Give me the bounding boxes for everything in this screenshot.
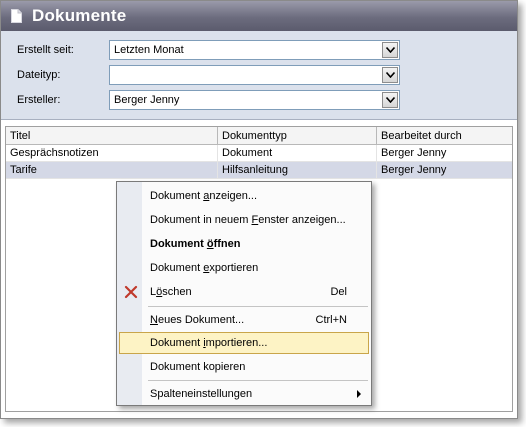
filter-label: Dateityp: [17,69,61,81]
filter-file-type: Dateityp: [1,65,517,85]
cell-type: Hilfsanleitung [218,162,377,179]
chevron-down-icon[interactable] [382,67,398,83]
filter-created-since: Erstellt seit: Letzten Monat [1,40,517,60]
menu-item-column-settings[interactable]: Spalteneinstellungen [119,383,369,405]
column-header-type[interactable]: Dokumenttyp [218,127,377,145]
cell-edited-by: Berger Jenny [381,164,447,176]
cell-title: Tarife [6,162,218,179]
document-icon [11,9,22,23]
menu-item-new-document[interactable]: Neues Dokument... Ctrl+N [119,309,369,331]
filter-label: Ersteller: [17,94,61,106]
table-row[interactable]: Tarife Hilfsanleitung Berger Jenny [6,162,512,179]
menu-item-show-document[interactable]: Dokument anzeigen... [119,185,369,207]
creator-dropdown[interactable]: Berger Jenny [109,90,400,110]
menu-item-delete[interactable]: Löschen Del [119,281,369,303]
filter-panel: Erstellt seit: Letzten Monat Dateityp: E… [1,31,517,120]
window-title: Dokumente [32,6,127,25]
chevron-down-icon[interactable] [382,42,398,58]
menu-item-open-document[interactable]: Dokument öffnen [119,233,369,255]
filter-label: Erstellt seit: [17,44,74,56]
column-header-edited-by[interactable]: Bearbeitet durch [377,127,512,145]
delete-x-icon [123,284,139,300]
menu-separator [148,380,368,381]
title-bar: Dokumente [1,1,517,31]
filter-creator: Ersteller: Berger Jenny [1,90,517,110]
chevron-down-icon[interactable] [382,92,398,108]
context-menu: Dokument anzeigen... Dokument in neuem F… [116,181,372,406]
cell-type: Dokument [218,145,377,162]
menu-shortcut: Ctrl+N [315,314,347,326]
menu-item-import-document[interactable]: Dokument importieren... [119,332,369,354]
menu-item-export-document[interactable]: Dokument exportieren [119,257,369,279]
file-type-dropdown[interactable] [109,65,400,85]
dropdown-value: Berger Jenny [114,94,180,106]
table-row[interactable]: Gesprächsnotizen Dokument Berger Jenny [6,145,512,162]
table-header: Titel Dokumenttyp Bearbeitet durch [6,127,512,145]
column-header-title[interactable]: Titel [6,127,218,145]
documents-window: Dokumente Erstellt seit: Letzten Monat D… [0,0,518,419]
submenu-arrow-icon [357,390,361,398]
dropdown-value: Letzten Monat [114,44,184,56]
cell-title: Gesprächsnotizen [6,145,218,162]
menu-shortcut: Del [330,286,347,298]
menu-item-copy-document[interactable]: Dokument kopieren [119,356,369,378]
menu-item-show-in-new-window[interactable]: Dokument in neuem Fenster anzeigen... [119,209,369,231]
cell-edited-by: Berger Jenny [381,147,447,159]
menu-separator [148,306,368,307]
created-since-dropdown[interactable]: Letzten Monat [109,40,400,60]
